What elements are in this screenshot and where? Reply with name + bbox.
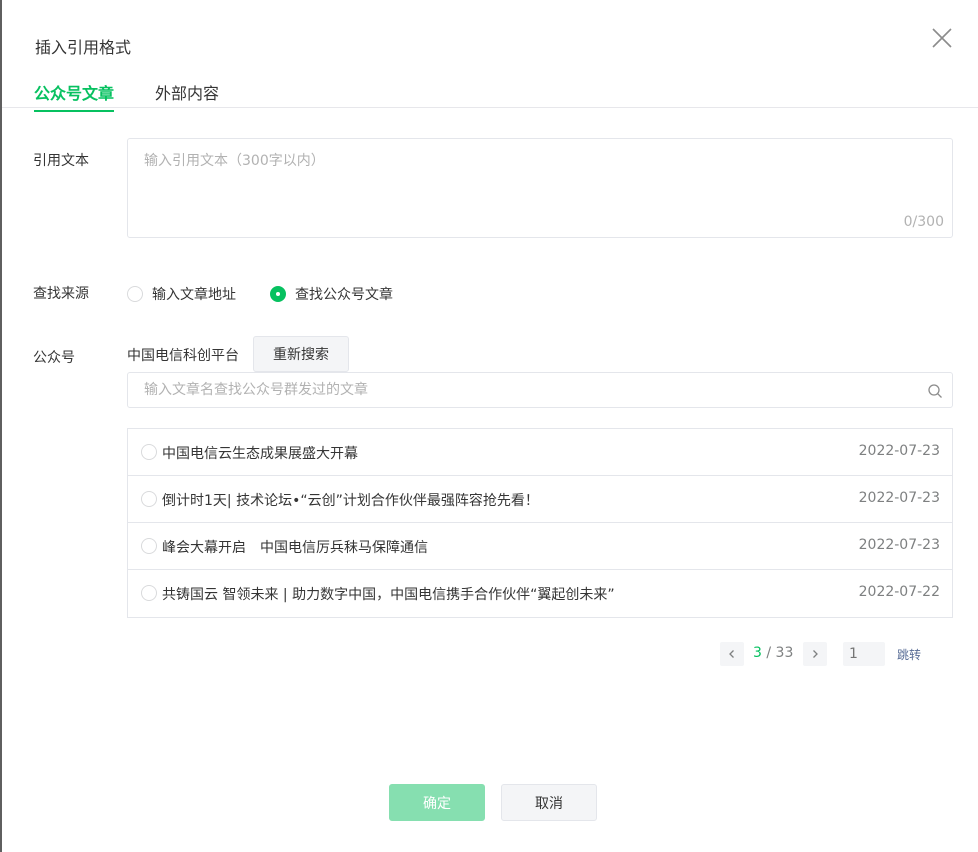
- quote-text-label: 引用文本: [33, 153, 89, 169]
- article-search-field: [127, 372, 953, 408]
- account-label: 公众号: [33, 350, 75, 366]
- source-label: 查找来源: [33, 286, 89, 302]
- radio-unchecked-icon[interactable]: [141, 585, 157, 601]
- confirm-button[interactable]: 确定: [389, 784, 485, 821]
- tab-bar: 公众号文章 外部内容: [2, 70, 978, 112]
- article-title: 峰会大幕开启 中国电信厉兵秣马保障通信: [162, 540, 428, 556]
- article-list: 中国电信云生态成果展盛大开幕 2022-07-23 倒计时1天| 技术论坛•“云…: [127, 428, 953, 618]
- chevron-left-icon: [729, 650, 734, 658]
- radio-checked-icon: [270, 286, 286, 302]
- article-date: 2022-07-23: [858, 443, 940, 459]
- cancel-button[interactable]: 取消: [501, 784, 597, 821]
- radio-unchecked-icon[interactable]: [141, 538, 157, 554]
- tab-external-content[interactable]: 外部内容: [155, 80, 219, 110]
- research-button[interactable]: 重新搜索: [253, 336, 349, 372]
- radio-unchecked-icon: [127, 286, 143, 302]
- dialog-title: 插入引用格式: [35, 38, 132, 57]
- radio-article-url[interactable]: 输入文章地址: [127, 284, 236, 304]
- char-counter: 0/300: [903, 214, 944, 230]
- prev-page-button[interactable]: [720, 642, 744, 666]
- quote-text-input[interactable]: [128, 139, 952, 237]
- search-icon[interactable]: [927, 383, 943, 399]
- radio-search-account-articles[interactable]: 查找公众号文章: [270, 284, 393, 304]
- article-date: 2022-07-23: [858, 537, 940, 553]
- page-separator: /: [761, 645, 776, 661]
- jump-link[interactable]: 跳转: [897, 646, 921, 663]
- account-name: 中国电信科创平台: [127, 348, 239, 364]
- radio-search-account-articles-label: 查找公众号文章: [295, 287, 393, 303]
- next-page-button[interactable]: [803, 642, 827, 666]
- list-item[interactable]: 共铸国云 智领未来 | 助力数字中国，中国电信携手合作伙伴“翼起创未来” 202…: [128, 570, 952, 617]
- page-jump-input[interactable]: [843, 642, 885, 666]
- tab-official-account-articles[interactable]: 公众号文章: [34, 80, 115, 112]
- radio-unchecked-icon[interactable]: [141, 444, 157, 460]
- radio-article-url-label: 输入文章地址: [152, 287, 236, 303]
- article-title: 倒计时1天| 技术论坛•“云创”计划合作伙伴最强阵容抢先看！: [162, 493, 539, 509]
- article-title: 共铸国云 智领未来 | 助力数字中国，中国电信携手合作伙伴“翼起创未来”: [162, 587, 615, 603]
- article-title: 中国电信云生态成果展盛大开幕: [162, 446, 358, 462]
- radio-unchecked-icon[interactable]: [141, 491, 157, 507]
- article-search-input[interactable]: [128, 373, 918, 407]
- list-item[interactable]: 峰会大幕开启 中国电信厉兵秣马保障通信 2022-07-23: [128, 523, 952, 570]
- insert-quote-dialog: 插入引用格式 公众号文章 外部内容 引用文本 0/300 查找来源 输入文章地址…: [2, 0, 978, 852]
- article-date: 2022-07-23: [858, 490, 940, 506]
- list-item[interactable]: 倒计时1天| 技术论坛•“云创”计划合作伙伴最强阵容抢先看！ 2022-07-2…: [128, 476, 952, 523]
- current-page: 3: [753, 645, 762, 661]
- total-pages: 33: [775, 645, 794, 661]
- page-indicator: 3 / 33: [753, 645, 793, 661]
- quote-text-field: 0/300: [127, 138, 953, 238]
- list-item[interactable]: 中国电信云生态成果展盛大开幕 2022-07-23: [128, 429, 952, 476]
- article-date: 2022-07-22: [858, 584, 940, 600]
- close-icon[interactable]: [930, 26, 954, 50]
- chevron-right-icon: [813, 650, 818, 658]
